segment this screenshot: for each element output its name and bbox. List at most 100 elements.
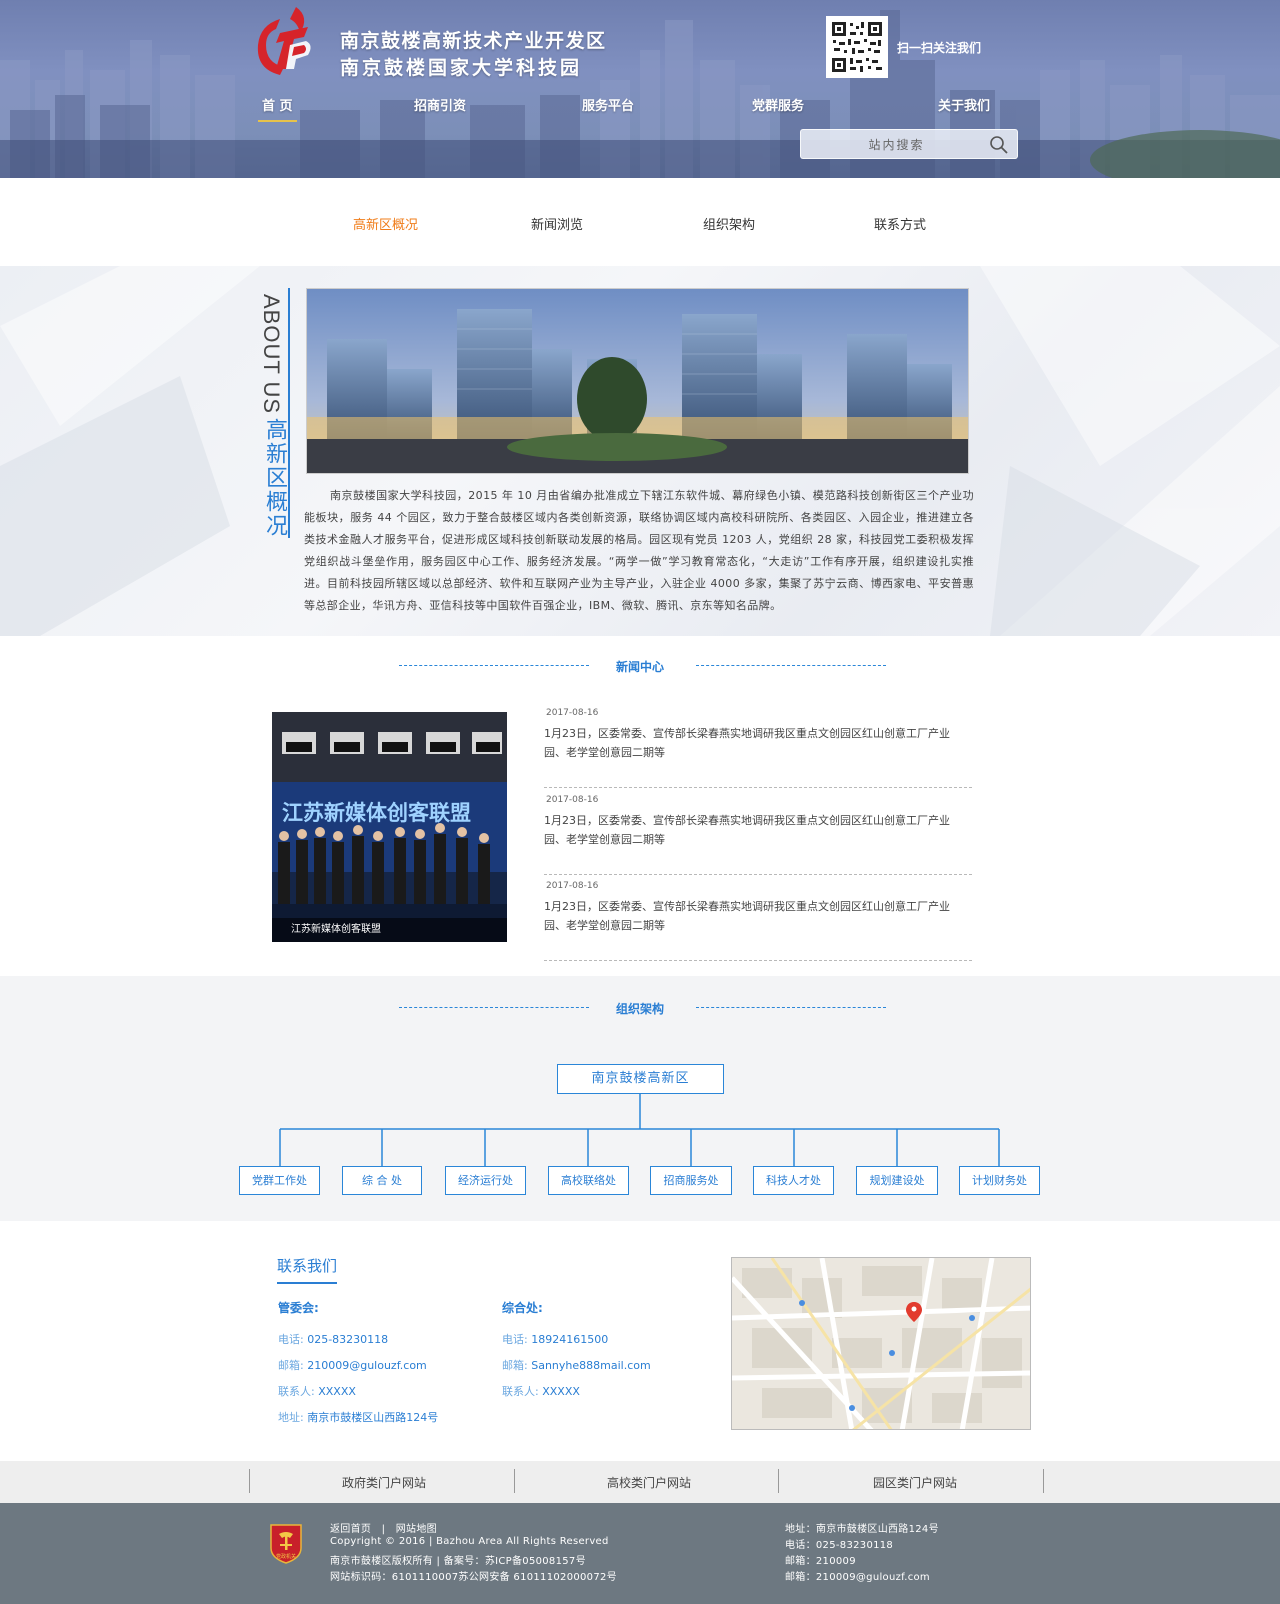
nav-about-us[interactable]: 关于我们 (938, 95, 990, 114)
footer-sitemap-link[interactable]: 网站地图 (396, 1524, 437, 1535)
person-value: XXXXX (542, 1385, 580, 1398)
contact-phone-row: 电话: 18924161500 (502, 1327, 651, 1353)
news-date: 2017-08-16 (546, 881, 599, 891)
news-item[interactable]: 2017-08-16 1月23日，区委常委、宣传部长梁春燕实地调研我区重点文创园… (544, 881, 972, 961)
contact-phone-row: 电话: 025-83230118 (278, 1327, 438, 1353)
contact-person-row: 联系人: XXXXX (502, 1379, 651, 1405)
link-separator (514, 1469, 515, 1493)
link-university-portals[interactable]: 高校类门户网站 (607, 1474, 691, 1491)
email-label: 邮箱: (502, 1359, 528, 1372)
nav-home[interactable]: 首 页 (258, 95, 297, 122)
site-footer: 党政机关 返回首页 | 网站地图 Copyright © 2016 | Bazh… (0, 1503, 1280, 1604)
footer-copyright: Copyright © 2016 | Bazhou Area All Right… (330, 1536, 609, 1547)
footer-nav: 返回首页 | 网站地图 (330, 1520, 437, 1535)
footer-nav-separator: | (381, 1524, 386, 1535)
footer-address: 地址：南京市鼓楼区山西路124号 (785, 1524, 939, 1535)
news-photo-caption: 江苏新媒体创客联盟 (272, 918, 507, 942)
link-separator (778, 1469, 779, 1493)
footer-owner: 南京市鼓楼区版权所有 | 备案号：苏ICP备05008157号 (330, 1556, 586, 1567)
contact-email-row: 邮箱: Sannyhe888mail.com (502, 1353, 651, 1379)
footer-email: 邮箱：210009@gulouzf.com (785, 1572, 930, 1583)
heading-line-right (696, 665, 886, 666)
campus-photo (306, 288, 969, 474)
org-root-box[interactable]: 南京鼓楼高新区 (557, 1064, 724, 1094)
nav-investment[interactable]: 招商引资 (414, 95, 466, 114)
person-value: XXXXX (318, 1385, 356, 1398)
tab-news[interactable]: 新闻浏览 (531, 214, 583, 233)
news-item[interactable]: 2017-08-16 1月23日，区委常委、宣传部长梁春燕实地调研我区重点文创园… (544, 795, 972, 875)
tab-overview[interactable]: 高新区概况 (353, 214, 418, 233)
news-date: 2017-08-16 (546, 708, 599, 718)
link-gov-portals[interactable]: 政府类门户网站 (342, 1474, 426, 1491)
org-dept-box[interactable]: 综 合 处 (342, 1166, 422, 1195)
party-emblem-icon: 党政机关 (270, 1524, 302, 1564)
email-label: 邮箱: (278, 1359, 304, 1372)
news-title[interactable]: 1月23日，区委常委、宣传部长梁春燕实地调研我区重点文创园区红山创意工厂产业园、… (544, 897, 964, 935)
logo-icon[interactable] (250, 5, 320, 79)
main-nav: 首 页 招商引资 服务平台 党群服务 关于我们 (240, 95, 1040, 123)
sub-nav: 高新区概况 新闻浏览 组织架构 联系方式 (0, 178, 1280, 266)
org-dept-box[interactable]: 高校联络处 (548, 1166, 629, 1195)
about-divider (288, 288, 290, 538)
about-en-title: ABOUT US (259, 294, 284, 415)
footer-zip: 邮箱：210009 (785, 1556, 856, 1567)
search-box (800, 129, 1018, 159)
tab-organization[interactable]: 组织架构 (703, 214, 755, 233)
org-dept-box[interactable]: 规划建设处 (856, 1166, 938, 1195)
news-heading-title: 新闻中心 (615, 660, 664, 674)
contact-col-committee: 管委会: 电话: 025-83230118 邮箱: 210009@gulouzf… (278, 1297, 438, 1431)
search-icon[interactable] (989, 135, 1009, 155)
phone-label: 电话: (278, 1333, 304, 1346)
search-input[interactable] (809, 134, 984, 156)
site-title-secondary: 南京鼓楼国家大学科技园 (340, 57, 583, 79)
email-value[interactable]: Sannyhe888mail.com (531, 1359, 650, 1372)
footer-home-link[interactable]: 返回首页 (330, 1524, 371, 1535)
address-value: 南京市鼓楼区山西路124号 (307, 1411, 439, 1424)
location-map[interactable] (731, 1257, 1031, 1430)
org-dept-box[interactable]: 计划财务处 (959, 1166, 1040, 1195)
org-connectors (279, 1094, 1000, 1166)
phone-label: 电话: (502, 1333, 528, 1346)
footer-phone: 电话：025-83230118 (785, 1540, 894, 1551)
news-date: 2017-08-16 (546, 795, 599, 805)
contact-col-head: 管委会: (278, 1301, 319, 1315)
contact-col-general: 综合处: 电话: 18924161500 邮箱: Sannyhe888mail.… (502, 1297, 651, 1405)
org-dept-box[interactable]: 党群工作处 (239, 1166, 320, 1195)
news-section: 新闻中心 江苏新媒体创客联盟 江苏新媒体创客联盟 2017-08-16 1月23… (0, 636, 1280, 976)
contact-person-row: 联系人: XXXXX (278, 1379, 438, 1405)
link-park-portals[interactable]: 园区类门户网站 (873, 1474, 957, 1491)
phone-value: 18924161500 (531, 1333, 609, 1346)
site-title-primary: 南京鼓楼高新技术产业开发区 (340, 30, 607, 52)
person-label: 联系人: (502, 1385, 539, 1398)
about-section: ABOUT US 高新区概况 南京鼓楼国家大学科技园，2015 年 10 月由省… (0, 266, 1280, 636)
org-section: 组织架构 南京鼓楼高新区 党群工作处 综 合 处 经济运行处 高校联络处 招商服… (0, 976, 1280, 1221)
news-photo[interactable]: 江苏新媒体创客联盟 江苏新媒体创客联盟 (272, 712, 507, 942)
contact-section: 联系我们 管委会: 电话: 025-83230118 邮箱: 210009@gu… (0, 1221, 1280, 1461)
address-label: 地址: (278, 1411, 304, 1424)
about-cn-title: 高新区概况 (262, 418, 287, 538)
phone-value: 025-83230118 (307, 1333, 389, 1346)
org-dept-box[interactable]: 经济运行处 (445, 1166, 526, 1195)
news-heading: 新闻中心 (0, 656, 1280, 676)
nav-service-platform[interactable]: 服务平台 (582, 95, 634, 114)
tab-contact[interactable]: 联系方式 (874, 214, 926, 233)
about-description: 南京鼓楼国家大学科技园，2015 年 10 月由省编办批准成立下辖江东软件城、幕… (304, 489, 974, 612)
org-dept-box[interactable]: 招商服务处 (650, 1166, 732, 1195)
news-photo-banner: 江苏新媒体创客联盟 (282, 801, 471, 825)
emblem-text: 党政机关 (276, 1553, 296, 1560)
contact-title-underline (277, 1282, 337, 1284)
qr-code-icon (826, 16, 888, 78)
org-dept-box[interactable]: 科技人才处 (753, 1166, 834, 1195)
portal-links-bar: 政府类门户网站 高校类门户网站 园区类门户网站 (0, 1461, 1280, 1503)
site-header: 南京鼓楼高新技术产业开发区 南京鼓楼国家大学科技园 扫一扫关注我们 首 页 招商… (0, 0, 1280, 178)
contact-email-row: 邮箱: 210009@gulouzf.com (278, 1353, 438, 1379)
person-label: 联系人: (278, 1385, 315, 1398)
contact-title: 联系我们 (277, 1257, 338, 1275)
news-item[interactable]: 2017-08-16 1月23日，区委常委、宣传部长梁春燕实地调研我区重点文创园… (544, 708, 972, 788)
city-skyline-image (0, 10, 1280, 178)
email-value[interactable]: 210009@gulouzf.com (307, 1359, 427, 1372)
link-separator (1043, 1469, 1044, 1493)
news-title[interactable]: 1月23日，区委常委、宣传部长梁春燕实地调研我区重点文创园区红山创意工厂产业园、… (544, 724, 964, 762)
nav-party-service[interactable]: 党群服务 (752, 95, 804, 114)
news-title[interactable]: 1月23日，区委常委、宣传部长梁春燕实地调研我区重点文创园区红山创意工厂产业园、… (544, 811, 964, 849)
